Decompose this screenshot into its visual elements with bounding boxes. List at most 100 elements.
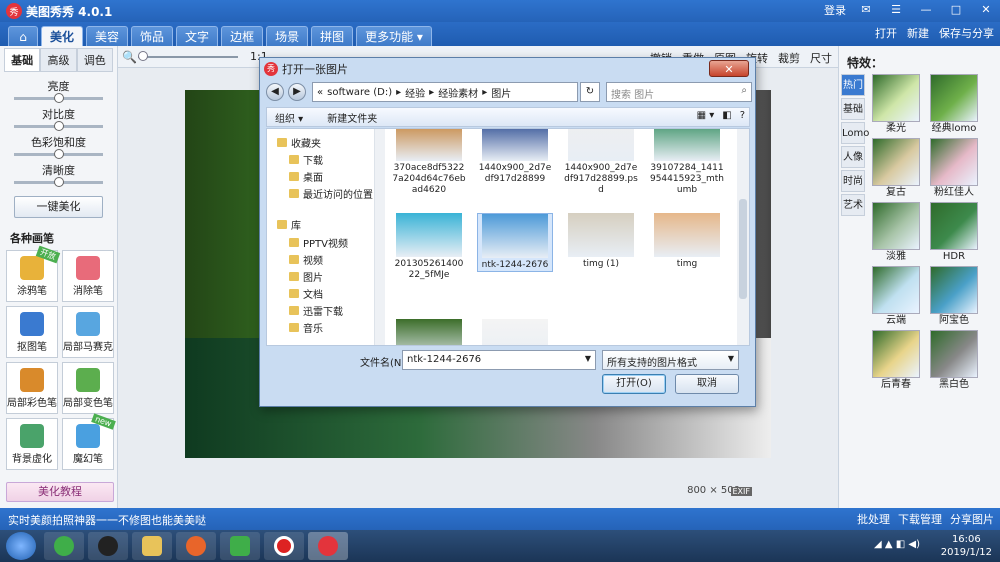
effect-item[interactable]: 云端 <box>871 266 921 328</box>
tab-beauty[interactable]: 美容 <box>86 26 129 46</box>
effect-thumbnail[interactable] <box>872 266 920 314</box>
effect-thumbnail[interactable] <box>930 202 978 250</box>
effects-tab[interactable]: 时尚 <box>841 170 865 192</box>
file-item[interactable]: 1440x900_2d7edf917d28899 <box>477 129 553 185</box>
effects-tab[interactable]: Lomo <box>841 122 869 144</box>
slider-track[interactable] <box>14 121 103 131</box>
resize-button[interactable]: 尺寸 <box>810 50 832 66</box>
effect-item[interactable]: 黑白色 <box>929 330 979 392</box>
effect-item[interactable]: HDR <box>929 202 979 264</box>
saturation-slider[interactable]: 色彩饱和度 <box>14 134 103 159</box>
effect-thumbnail[interactable] <box>872 202 920 250</box>
slider-knob[interactable] <box>54 177 64 187</box>
effect-thumbnail[interactable] <box>930 74 978 122</box>
effects-tab[interactable]: 人像 <box>841 146 865 168</box>
contrast-slider[interactable]: 对比度 <box>14 106 103 131</box>
file-item[interactable] <box>391 319 467 345</box>
start-button[interactable] <box>6 532 36 560</box>
breadcrumb-segment[interactable]: ▸ <box>396 87 401 98</box>
brush-tool[interactable]: 局部马赛克 <box>62 306 114 358</box>
organize-button[interactable]: 组织 ▾ <box>275 110 303 125</box>
minimize-button[interactable]: — <box>916 2 936 18</box>
address-bar[interactable]: « software (D:) ▸ 经验 ▸ 经验素材 ▸ 图片 <box>312 82 578 102</box>
effect-thumbnail[interactable] <box>930 266 978 314</box>
tree-item[interactable]: PPTV视频 <box>289 235 348 250</box>
slider-knob[interactable] <box>54 149 64 159</box>
file-item[interactable]: ntk-1244-2676 <box>477 213 553 272</box>
brush-tool[interactable]: 背景虚化 <box>6 418 58 470</box>
back-arrow-icon[interactable]: ◀ <box>266 83 284 101</box>
help-icon[interactable]: ? <box>740 110 745 121</box>
effect-thumbnail[interactable] <box>872 74 920 122</box>
effect-thumbnail[interactable] <box>872 138 920 186</box>
effect-item[interactable]: 粉红佳人 <box>929 138 979 200</box>
breadcrumb-segment[interactable]: ▸ <box>429 87 434 98</box>
effect-item[interactable]: 后青春 <box>871 330 921 392</box>
login-link[interactable]: 登录 <box>824 2 846 18</box>
effect-item[interactable]: 经典lomo <box>929 74 979 136</box>
tab-collage[interactable]: 拼图 <box>311 26 354 46</box>
effects-tab[interactable]: 基础 <box>841 98 865 120</box>
filetype-select[interactable]: 所有支持的图片格式 ▼ <box>602 350 739 370</box>
download-manager-button[interactable]: 下载管理 <box>898 511 942 527</box>
clock[interactable]: 16:06 2019/1/12 <box>941 533 992 559</box>
taskbar-app-meitu[interactable] <box>308 532 348 560</box>
new-folder-button[interactable]: 新建文件夹 <box>327 110 377 125</box>
tutorial-button[interactable]: 美化教程 <box>6 482 114 502</box>
breadcrumb-segment[interactable]: ▸ <box>482 87 487 98</box>
tree-item[interactable]: 文档 <box>289 286 323 301</box>
brush-tool[interactable]: 局部彩色笔 <box>6 362 58 414</box>
search-input[interactable]: 搜索 图片 ⌕ <box>606 82 752 102</box>
share-image-button[interactable]: 分享图片 <box>950 511 994 527</box>
batch-button[interactable]: 批处理 <box>857 511 890 527</box>
file-item[interactable]: timg (1) <box>563 213 639 270</box>
breadcrumb-segment[interactable]: 经验 <box>405 85 425 100</box>
slider-track[interactable] <box>14 93 103 103</box>
zoom-slider[interactable] <box>138 56 238 58</box>
maximize-button[interactable]: □ <box>946 2 966 18</box>
tab-more[interactable]: 更多功能 ▾ <box>356 26 432 46</box>
chevron-down-icon[interactable]: ▼ <box>585 354 591 363</box>
status-message[interactable]: 实时美颜拍照神器一一不修图也能美美哒 <box>8 512 206 528</box>
chevron-down-icon[interactable]: ▼ <box>728 354 734 363</box>
forward-arrow-icon[interactable]: ▶ <box>288 83 306 101</box>
tab-color[interactable]: 调色 <box>76 48 113 72</box>
cancel-button[interactable]: 取消 <box>675 374 739 394</box>
save-share-button[interactable]: 保存与分享 <box>939 25 994 41</box>
breadcrumb-segment[interactable]: 图片 <box>491 85 511 100</box>
breadcrumb-segment[interactable]: « <box>317 87 323 98</box>
open-file-button[interactable]: 打开(O) <box>602 374 666 394</box>
brush-tool[interactable]: 魔幻笔 new <box>62 413 116 470</box>
taskbar-app-media[interactable] <box>220 532 260 560</box>
tree-item[interactable]: 图片 <box>289 269 323 284</box>
taskbar-app-360[interactable] <box>44 532 84 560</box>
new-button[interactable]: 新建 <box>907 25 929 41</box>
sharpness-slider[interactable]: 清晰度 <box>14 162 103 187</box>
file-item[interactable]: 39107284_1411954415923_mthumb <box>649 129 725 196</box>
tab-scene[interactable]: 场景 <box>266 26 309 46</box>
brush-tool[interactable]: 消除笔 <box>62 250 114 302</box>
crop-button[interactable]: 裁剪 <box>778 50 800 66</box>
breadcrumb-segment[interactable]: 经验素材 <box>438 85 478 100</box>
breadcrumb-segment[interactable]: software (D:) <box>327 87 392 98</box>
slider-track[interactable] <box>14 149 103 159</box>
preview-pane-icon[interactable]: ◧ <box>722 110 731 121</box>
tree-item[interactable]: 收藏夹 <box>277 135 321 150</box>
brush-tool[interactable]: 抠图笔 <box>6 306 58 358</box>
effect-item[interactable]: 阿宝色 <box>929 266 979 328</box>
file-item[interactable]: timg <box>649 213 725 270</box>
brush-tool[interactable]: 涂鸦笔 开放 <box>6 245 61 302</box>
tree-item[interactable]: 下载 <box>289 152 323 167</box>
slider-knob[interactable] <box>54 93 64 103</box>
effect-thumbnail[interactable] <box>930 138 978 186</box>
tab-home[interactable]: ⌂ <box>8 26 38 46</box>
effect-item[interactable]: 柔光 <box>871 74 921 136</box>
slider-track[interactable] <box>14 177 103 187</box>
one-key-beautify-button[interactable]: 一键美化 <box>14 196 103 218</box>
close-button[interactable]: ✕ <box>976 2 996 18</box>
tree-item[interactable]: 最近访问的位置 <box>289 186 373 201</box>
zoom-icon[interactable]: 🔍 <box>122 50 137 64</box>
file-scrollbar-thumb[interactable] <box>739 199 747 299</box>
taskbar-app-qq[interactable] <box>88 532 128 560</box>
tree-item[interactable]: 视频 <box>289 252 323 267</box>
